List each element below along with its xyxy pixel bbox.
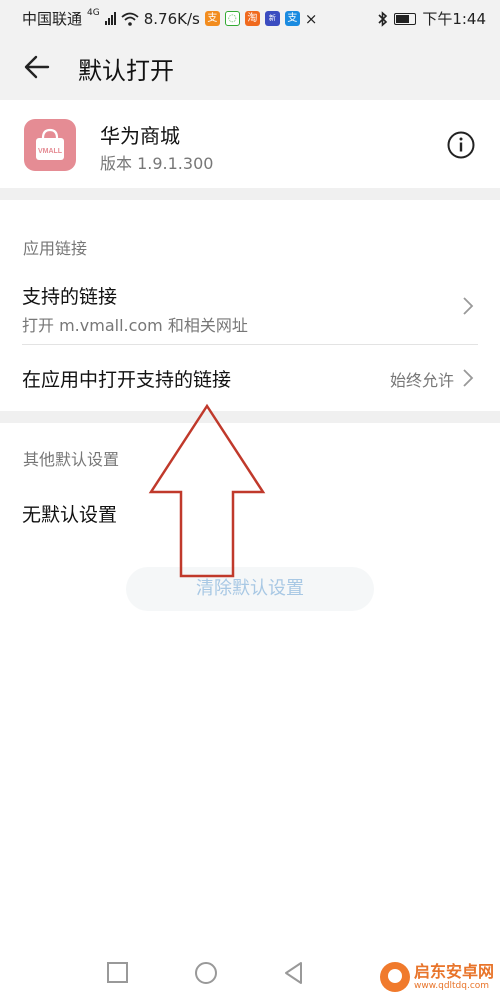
status-time: 下午1:44 — [422, 10, 486, 28]
close-icon: × — [304, 9, 318, 28]
watermark-name: 启东安卓网 — [413, 961, 494, 981]
arrow-left-icon[interactable] — [22, 52, 52, 82]
app-notification-icon: 支 — [204, 11, 220, 26]
info-icon[interactable] — [446, 130, 476, 160]
annotation-arrow-icon — [148, 403, 266, 578]
no-default-text: 无默认设置 — [22, 504, 118, 526]
carrier-label: 中国联通 — [22, 10, 83, 28]
chevron-right-icon — [463, 369, 474, 387]
signal-icon — [104, 12, 116, 25]
app-header: VMALL 华为商城 版本 1.9.1.300 — [0, 100, 500, 188]
open-in-app-value: 始终允许 — [389, 371, 454, 390]
supported-links-title: 支持的链接 — [22, 286, 118, 308]
watermark-url: www.qdltdq.com — [413, 980, 490, 991]
watermark-text: 启东安卓网 www.qdltdq.com — [413, 961, 494, 991]
app-notification-icon: 淘 — [244, 11, 260, 26]
supported-links-subtitle: 打开 m.vmall.com 和相关网址 — [22, 316, 248, 335]
back-triangle-icon[interactable] — [281, 960, 307, 986]
app-notification-icon: 新 — [264, 11, 280, 26]
status-left: 中国联通 4G 8.76K/s 支 ◌ 淘 新 支 × — [22, 8, 317, 29]
open-in-app-title: 在应用中打开支持的链接 — [22, 369, 232, 391]
battery-icon — [394, 12, 417, 25]
nav-bar: 启东安卓网 www.qdltdq.com — [0, 948, 500, 1000]
clear-defaults-button[interactable]: 清除默认设置 — [126, 567, 374, 611]
section-label-other-defaults: 其他默认设置 — [23, 450, 120, 469]
page-title: 默认打开 — [78, 57, 174, 85]
app-icon-label: VMALL — [38, 148, 63, 155]
watermark: 启东安卓网 www.qdltdq.com — [379, 961, 494, 992]
watermark-logo-icon — [379, 962, 410, 992]
section-label-app-links: 应用链接 — [23, 239, 88, 258]
recent-apps-square-icon[interactable] — [105, 960, 131, 986]
app-version: 版本 1.9.1.300 — [100, 154, 214, 173]
status-right: 下午1:44 — [378, 8, 486, 29]
network-type: 4G — [87, 7, 100, 18]
vmall-app-icon: VMALL — [24, 119, 76, 171]
home-circle-icon[interactable] — [193, 960, 219, 986]
alipay-icon: 支 — [284, 11, 300, 26]
open-in-app-row[interactable]: 在应用中打开支持的链接 始终允许 — [0, 345, 500, 411]
message-icon: ◌ — [224, 11, 240, 26]
supported-links-row[interactable]: 支持的链接 打开 m.vmall.com 和相关网址 — [0, 270, 500, 344]
network-speed: 8.76K/s — [143, 9, 200, 28]
chevron-right-icon — [463, 297, 474, 315]
bluetooth-icon — [378, 10, 388, 27]
shopping-bag-icon: VMALL — [36, 128, 64, 160]
section-divider — [0, 411, 500, 423]
section-divider — [0, 188, 500, 200]
app-name: 华为商城 — [100, 124, 180, 148]
wifi-icon — [121, 12, 139, 26]
status-bar: 中国联通 4G 8.76K/s 支 ◌ 淘 新 支 × 下午1:44 — [0, 0, 500, 34]
top-bar: 默认打开 — [0, 34, 500, 100]
